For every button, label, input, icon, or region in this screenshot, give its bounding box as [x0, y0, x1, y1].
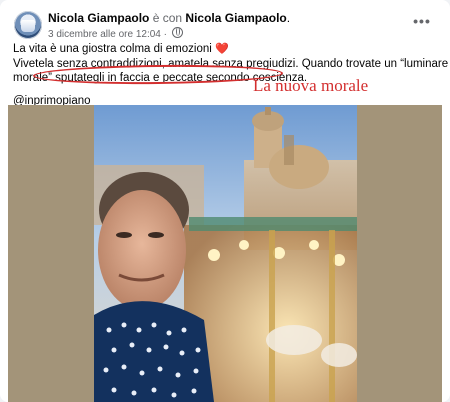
- tagged-suffix: .: [286, 11, 291, 25]
- more-options-icon[interactable]: •••: [412, 14, 432, 31]
- post-text-line: La vita è una giostra colma di emozioni: [13, 43, 212, 55]
- selfie-photo[interactable]: [94, 105, 357, 402]
- author-avatar[interactable]: [14, 11, 42, 39]
- post-timestamp[interactable]: 3 dicembre alle ore 12:04 ·: [48, 29, 167, 40]
- globe-icon[interactable]: [171, 27, 183, 38]
- post-meta: 3 dicembre alle ore 12:04 ·: [48, 27, 183, 40]
- post-line-1: La vita è una giostra colma di emozioni …: [13, 42, 438, 57]
- author-name[interactable]: Nicola Giampaolo: [48, 11, 149, 25]
- avatar-emblem-icon: [21, 20, 35, 32]
- with-word: è con: [152, 11, 183, 25]
- annotation-label: La nuova morale: [253, 76, 369, 95]
- post-media[interactable]: [8, 105, 442, 402]
- heart-icon: ❤️: [215, 43, 229, 55]
- photo-illustration: [94, 105, 357, 402]
- tagged-name[interactable]: Nicola Giampaolo: [185, 11, 286, 25]
- facebook-post: Nicola Giampaolo è con Nicola Giampaolo.…: [0, 0, 450, 402]
- post-text-line: morale” sputategli in faccia e peccate s…: [13, 72, 308, 84]
- author-line: Nicola Giampaolo è con Nicola Giampaolo.: [48, 11, 290, 25]
- post-text-line: Vivetela senza contraddizioni, amatela s…: [13, 57, 450, 70]
- post-text: La vita è una giostra colma di emozioni …: [13, 42, 450, 108]
- post-header: Nicola Giampaolo è con Nicola Giampaolo.…: [12, 10, 438, 40]
